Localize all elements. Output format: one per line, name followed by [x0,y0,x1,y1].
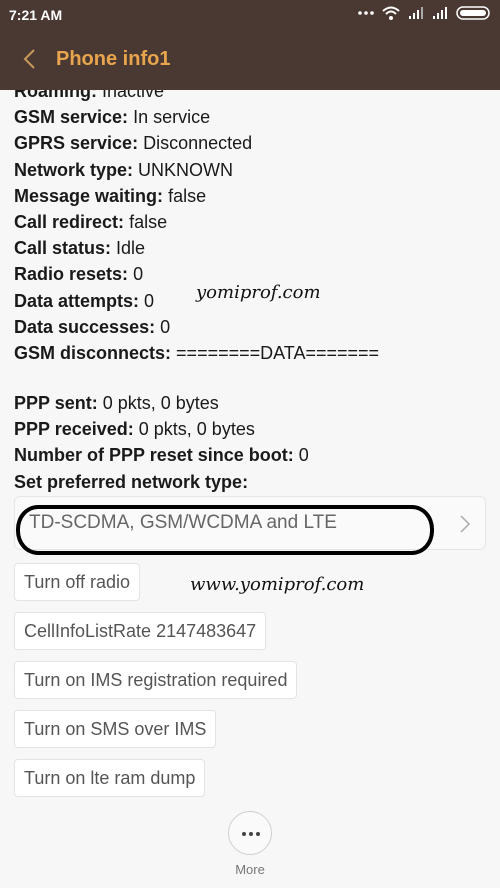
clock: 7:21 AM [9,7,63,23]
info-label: Network type: [14,159,134,180]
info-value: 0 [133,264,144,285]
info-row: Number of PPP reset since boot: 0 [14,442,486,468]
status-bar: 7:21 AM [0,0,500,30]
more-dots-icon [242,832,246,836]
chevron-right-icon [460,515,471,533]
radio-info-list: Roaming: Inactive GSM service: In servic… [14,90,486,366]
sms-over-ims-button[interactable]: Turn on SMS over IMS [14,709,217,748]
info-label: Call status: [14,238,112,259]
info-value: Inactive [102,90,165,101]
info-label: Set preferred network type: [14,471,249,492]
info-row: Network type: UNKNOWN [14,157,486,183]
watermark: yomiprof.com [196,282,321,303]
info-row: Call redirect: false [14,209,486,235]
bottom-action-bar: More [0,797,500,888]
info-label: Message waiting: [14,185,164,206]
info-label: GSM disconnects: [14,342,172,363]
more-dots-icon [249,832,253,836]
info-value: Idle [116,238,146,259]
info-row: PPP received: 0 pkts, 0 bytes [14,416,486,442]
info-row: GSM service: In service [14,104,486,130]
info-row: GPRS service: Disconnected [14,130,486,156]
more-dots-icon [256,832,260,836]
info-value: 0 [144,290,155,311]
lte-ram-dump-button[interactable]: Turn on lte ram dump [14,758,206,797]
info-value: 0 pkts, 0 bytes [102,393,219,414]
info-row: PPP sent: 0 pkts, 0 bytes [14,390,486,416]
info-row: Call status: Idle [14,235,486,261]
battery-icon [456,6,490,20]
info-label: PPP sent: [14,393,98,414]
ims-registration-button[interactable]: Turn on IMS registration required [14,660,298,699]
info-value: In service [133,107,211,128]
more-dots-icon [358,11,374,15]
ppp-info-list: PPP sent: 0 pkts, 0 bytes PPP received: … [14,390,486,495]
info-label: GSM service: [14,107,129,128]
info-row: Message waiting: false [14,183,486,209]
info-value: false [168,185,207,206]
more-label: More [235,862,265,877]
app-header: Phone info1 [0,30,500,90]
info-label: Data successes: [14,316,156,337]
watermark: www.yomiprof.com [190,574,365,595]
info-scroll-area[interactable]: Roaming: Inactive GSM service: In servic… [0,90,500,797]
info-label: Radio resets: [14,264,129,285]
info-row: Set preferred network type: [14,469,486,495]
page-title: Phone info1 [56,48,171,70]
wifi-icon [382,6,400,20]
info-row: Roaming: Inactive [14,90,486,104]
info-label: PPP received: [14,419,134,440]
info-label: Call redirect: [14,211,125,232]
info-label: Data attempts: [14,290,140,311]
info-value: 0 pkts, 0 bytes [138,419,255,440]
info-row: Data successes: 0 [14,314,486,340]
turn-off-radio-button[interactable]: Turn off radio [14,562,141,601]
info-row: GSM disconnects: ========DATA======= [14,340,486,366]
info-value: ========DATA======= [176,342,380,363]
chevron-left-icon[interactable] [22,48,36,70]
signal-icon [409,7,423,19]
cell-info-list-rate-button[interactable]: CellInfoListRate 2147483647 [14,611,267,650]
info-value: UNKNOWN [138,159,234,180]
info-value: false [129,211,168,232]
info-label: GPRS service: [14,133,139,154]
info-value: 0 [160,316,171,337]
info-value: Disconnected [143,133,253,154]
signal-icon [433,7,447,19]
info-label: Number of PPP reset since boot: [14,445,294,466]
info-label: Roaming: [14,90,97,101]
selected-network-type: TD-SCDMA, GSM/WCDMA and LTE [29,511,337,533]
more-button[interactable] [228,811,272,855]
info-value: 0 [298,445,309,466]
preferred-network-type-select[interactable]: TD-SCDMA, GSM/WCDMA and LTE [14,495,486,555]
